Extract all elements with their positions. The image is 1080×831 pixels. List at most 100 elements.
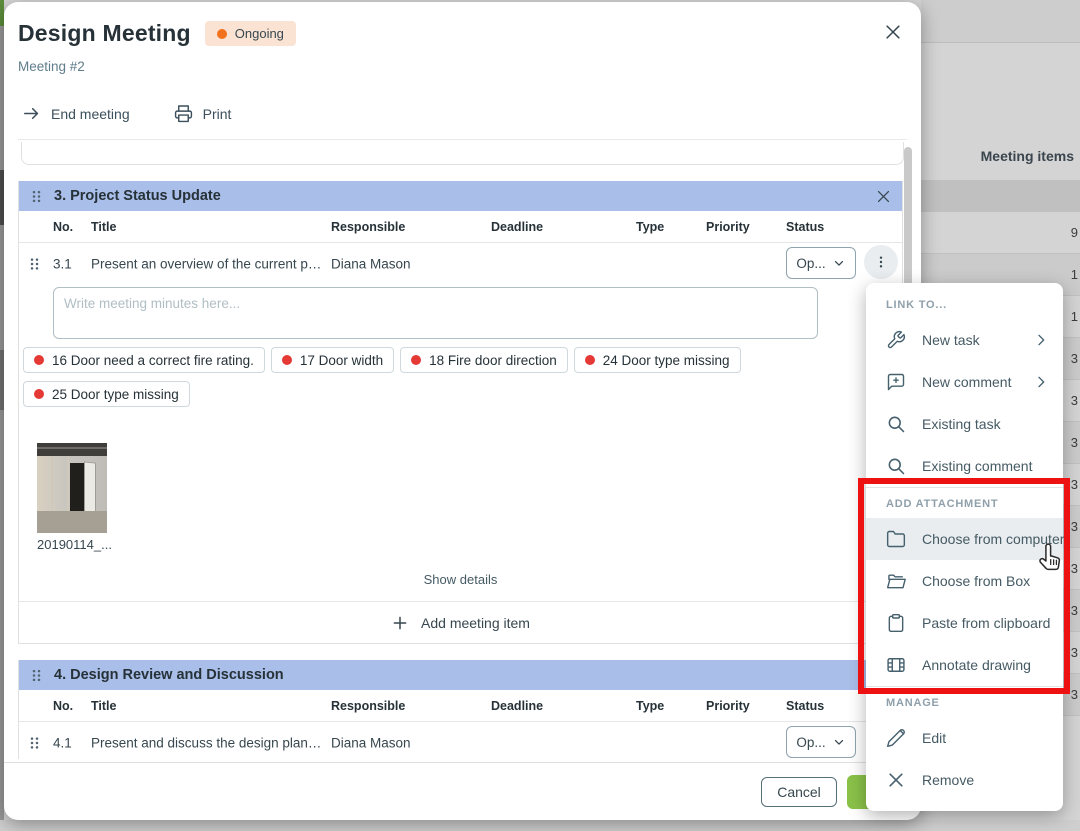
- issue-status-dot-icon: [585, 355, 595, 365]
- plus-icon: [391, 614, 409, 632]
- status-badge-label: Ongoing: [235, 26, 284, 41]
- section-3-column-headers: No. Title Responsible Deadline Type Prio…: [19, 211, 902, 243]
- print-label: Print: [203, 106, 232, 122]
- meeting-item-row-4-1: 4.1 Present and discuss the design plan……: [19, 722, 902, 759]
- print-button[interactable]: Print: [174, 104, 232, 123]
- menu-item-label: Choose from computer: [922, 531, 1064, 547]
- end-meeting-button[interactable]: End meeting: [22, 104, 130, 123]
- col-type: Type: [636, 699, 664, 713]
- issue-status-dot-icon: [282, 355, 292, 365]
- wrench-icon: [886, 330, 906, 350]
- issue-status-dot-icon: [34, 355, 44, 365]
- section-4-column-headers: No. Title Responsible Deadline Type Prio…: [19, 690, 902, 722]
- end-meeting-label: End meeting: [51, 106, 130, 122]
- item-context-menu: LINK TO... New task New comment Existin: [866, 283, 1063, 811]
- menu-item-existing-comment[interactable]: Existing comment: [866, 445, 1063, 487]
- issue-chip-label: 18 Fire door direction: [429, 353, 557, 368]
- drag-handle-icon[interactable]: [29, 667, 44, 684]
- menu-item-paste-from-clipboard[interactable]: Paste from clipboard: [866, 602, 1063, 644]
- menu-item-existing-task[interactable]: Existing task: [866, 403, 1063, 445]
- menu-item-new-task[interactable]: New task: [866, 319, 1063, 361]
- background-topbar: [921, 0, 1080, 43]
- menu-item-label: Paste from clipboard: [922, 615, 1050, 631]
- menu-item-label: Choose from Box: [922, 573, 1049, 589]
- folder-icon: [886, 529, 906, 549]
- close-dialog-button[interactable]: [879, 18, 907, 46]
- chevron-right-icon: [1033, 374, 1049, 390]
- menu-item-label: Existing task: [922, 416, 1049, 432]
- col-responsible: Responsible: [331, 220, 405, 234]
- issue-chip[interactable]: 24 Door type missing: [574, 347, 741, 373]
- meeting-minutes-input[interactable]: [53, 287, 818, 339]
- search-icon: [886, 456, 906, 476]
- issue-chip[interactable]: 17 Door width: [271, 347, 394, 373]
- background-meeting-items-label: Meeting items: [981, 148, 1074, 164]
- menu-item-label: Existing comment: [922, 458, 1049, 474]
- drag-handle-icon[interactable]: [27, 256, 42, 273]
- screenshot-root: Meeting items 9 1 1 3 3 3 3 3 3 3 3 3 De…: [0, 0, 1080, 831]
- issue-chip-label: 25 Door type missing: [52, 387, 179, 402]
- meeting-section-3: 3. Project Status Update No. Title Respo…: [18, 181, 903, 644]
- status-dropdown[interactable]: Op...: [786, 247, 856, 279]
- item-number: 4.1: [53, 736, 72, 751]
- menu-item-choose-from-computer[interactable]: Choose from computer: [866, 518, 1063, 560]
- background-bottom-strip: [0, 820, 1080, 831]
- agenda-scroll-area: 3. Project Status Update No. Title Respo…: [4, 140, 921, 759]
- chevron-down-icon: [832, 256, 846, 270]
- dialog-footer: Cancel: [4, 762, 921, 820]
- issue-chip-label: 16 Door need a correct fire rating.: [52, 353, 254, 368]
- item-responsible: Diana Mason: [331, 736, 411, 751]
- status-dropdown-value: Op...: [796, 256, 825, 271]
- folder-open-icon: [886, 571, 906, 591]
- issue-chip-label: 24 Door type missing: [603, 353, 730, 368]
- chevron-down-icon: [832, 735, 846, 749]
- attachment: 20190114_...: [37, 443, 117, 552]
- remove-section-button[interactable]: [872, 185, 894, 207]
- drag-handle-icon[interactable]: [27, 735, 42, 752]
- add-meeting-item-button[interactable]: Add meeting item: [19, 601, 902, 643]
- menu-item-remove[interactable]: Remove: [866, 759, 1063, 801]
- comment-plus-icon: [886, 372, 906, 392]
- menu-item-edit[interactable]: Edit: [866, 717, 1063, 759]
- item-title: Present an overview of the current p…: [91, 257, 321, 272]
- clipboard-icon: [886, 613, 906, 633]
- issue-status-dot-icon: [34, 389, 44, 399]
- add-meeting-item-label: Add meeting item: [421, 615, 530, 631]
- item-responsible: Diana Mason: [331, 257, 411, 272]
- kebab-menu-icon: [873, 254, 889, 270]
- section-3-title: 3. Project Status Update: [54, 188, 872, 204]
- menu-item-new-comment[interactable]: New comment: [866, 361, 1063, 403]
- status-dot-icon: [217, 29, 227, 39]
- cancel-button[interactable]: Cancel: [761, 777, 837, 807]
- printer-icon: [174, 104, 193, 123]
- dialog-toolbar: End meeting Print: [18, 104, 907, 123]
- issue-chip[interactable]: 25 Door type missing: [23, 381, 190, 407]
- drag-handle-icon[interactable]: [29, 188, 44, 205]
- issue-status-dot-icon: [411, 355, 421, 365]
- issue-chip[interactable]: 16 Door need a correct fire rating.: [23, 347, 265, 373]
- menu-item-label: New task: [922, 332, 1017, 348]
- menu-item-label: New comment: [922, 374, 1017, 390]
- linked-issue-chips: 16 Door need a correct fire rating. 17 D…: [23, 347, 823, 407]
- attachment-thumbnail[interactable]: [37, 443, 107, 533]
- col-deadline: Deadline: [491, 699, 543, 713]
- menu-section-label: LINK TO...: [866, 289, 1063, 319]
- attachment-filename: 20190114_...: [37, 537, 117, 552]
- col-responsible: Responsible: [331, 699, 405, 713]
- menu-item-choose-from-box[interactable]: Choose from Box: [866, 560, 1063, 602]
- col-title: Title: [91, 220, 116, 234]
- status-dropdown-value: Op...: [796, 735, 825, 750]
- item-more-menu-button[interactable]: [864, 245, 898, 279]
- meeting-subtitle: Meeting #2: [18, 59, 907, 74]
- menu-item-annotate-drawing[interactable]: Annotate drawing: [866, 644, 1063, 686]
- arrow-right-icon: [22, 104, 41, 123]
- section-4-header: 4. Design Review and Discussion: [19, 660, 902, 690]
- col-no: No.: [53, 699, 73, 713]
- col-status: Status: [786, 220, 824, 234]
- issue-chip[interactable]: 18 Fire door direction: [400, 347, 568, 373]
- show-details-link[interactable]: Show details: [19, 552, 902, 601]
- scrolled-cut-box: [21, 142, 904, 165]
- close-icon: [886, 770, 906, 790]
- status-dropdown[interactable]: Op...: [786, 726, 856, 758]
- page-title: Design Meeting: [18, 20, 191, 47]
